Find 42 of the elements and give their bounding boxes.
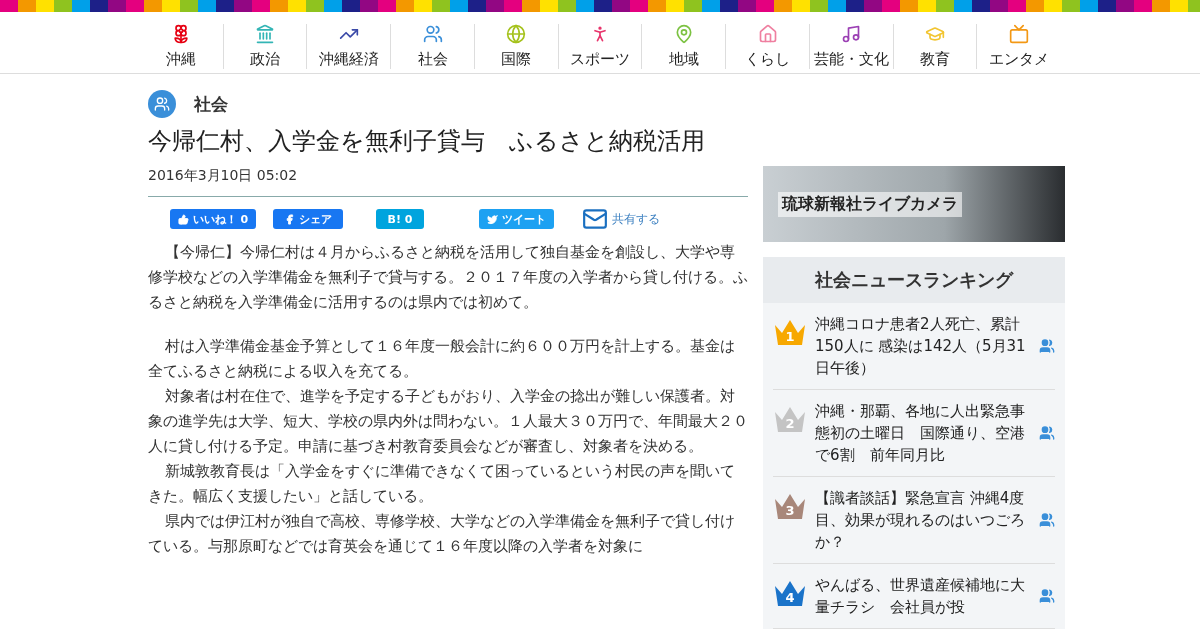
publish-date: 2016年3月10日 05:02 (148, 167, 299, 185)
nav-item[interactable]: 政治 (223, 24, 308, 69)
nav-item[interactable]: 教育 (893, 24, 978, 69)
share-button[interactable]: シェア (273, 209, 343, 229)
article-title: 今帰仁村、入学金を無利子貸与 ふるさと納税活用 (148, 126, 706, 157)
people-icon (1039, 425, 1055, 441)
ranking-item[interactable]: 1 沖縄コロナ患者2人死亡、累計150人に 感染は142人（5月31日午後） (773, 303, 1055, 390)
nav-item[interactable]: くらし (726, 24, 810, 69)
nav-item[interactable]: 国際 (474, 24, 559, 69)
share-link[interactable]: 共有する (582, 206, 660, 232)
article-paragraph: 県内では伊江村が独自で高校、専修学校、大学などの入学準備金を無利子で貸し付けている。与那原町などでは育英会を通じて１６年度以降の入学者を対象に (148, 512, 737, 556)
ranking-headline: 沖縄コロナ患者2人死亡、累計150人に 感染は142人（5月31日午後） (815, 314, 1027, 379)
nav-item[interactable]: エンタメ (977, 24, 1061, 69)
nav-item[interactable]: 芸能・文化 (809, 24, 894, 69)
nav-item[interactable]: 沖縄 (140, 24, 224, 69)
ranking-headline: 沖縄・那覇、各地に人出緊急事態初の土曜日 国際通り、空港で6割 前年同月比 (815, 401, 1026, 466)
nav-item[interactable]: スポーツ (558, 24, 643, 69)
category-label: 社会 (194, 92, 228, 116)
live-camera-banner[interactable]: 琉球新報社ライブカメラ (763, 166, 1065, 242)
people-icon (1039, 512, 1055, 528)
bird-icon (487, 213, 498, 225)
people-icon (1039, 338, 1055, 354)
ranking-headline: 【識者談話】緊急宣言 沖縄4度目、効果が現れるのはいつごろか？ (815, 488, 1026, 553)
like-button[interactable]: いいね！ 0 (170, 209, 256, 229)
banner-text: 琉球新報社ライブカメラ (778, 191, 962, 217)
ranking-item[interactable]: 3 【識者談話】緊急宣言 沖縄4度目、効果が現れるのはいつごろか？ (773, 477, 1055, 564)
ranking-item[interactable]: 4 やんばる、世界遺産候補地に大量チラシ 会社員が投 (773, 564, 1055, 629)
nav-item[interactable]: 社会 (391, 24, 475, 69)
nav-item[interactable]: 沖縄経済 (307, 24, 392, 69)
nav-item[interactable]: 地域 (642, 24, 727, 69)
envelope-icon (582, 206, 608, 232)
ranking-item[interactable]: 2 沖縄・那覇、各地に人出緊急事態初の土曜日 国際通り、空港で6割 前年同月比 (773, 390, 1055, 477)
thumbs-up-icon (177, 213, 189, 225)
article-paragraph: 【今帰仁】今帰仁村は４月からふるさと納税を活用して独自基金を創設し、大学や専修学校などの入学準備金を無利子で貸与する。２０１７年度の入学者から貸し付ける。ふるさと納税を入学準備金に活用するのは県内では初めて。 (148, 243, 748, 312)
article-paragraph: 村は入学準備金基金予算として１６年度一般会計に約６００万円を計上する。基金は全てふるさと納税による収入を充てる。 (148, 337, 737, 381)
article-paragraph: 新城敦教育長は「入学金をすぐに準備できなくて困っているという村民の声を聞いてきた。幅広く支援したい」と話している。 (148, 462, 737, 506)
people-icon (1039, 588, 1055, 604)
article-paragraph: 対象者は村在住で、進学を予定する子どもがおり、入学金の捻出が難しい保護者。対象の進学先は大学、短大、学校の県内外は問わない。１人最大３０万円で、年間最大２０人に貸し付ける予定。申請に基づき村教育委員会などが審査し、対象者を決める。 (148, 387, 748, 456)
ranking-title: 社会ニュースランキング (763, 257, 1065, 303)
ranking-headline: やんばる、世界遺産候補地に大量チラシ 会社員が投 (815, 575, 1026, 618)
facebook-icon (284, 213, 295, 225)
people-icon (148, 90, 176, 118)
